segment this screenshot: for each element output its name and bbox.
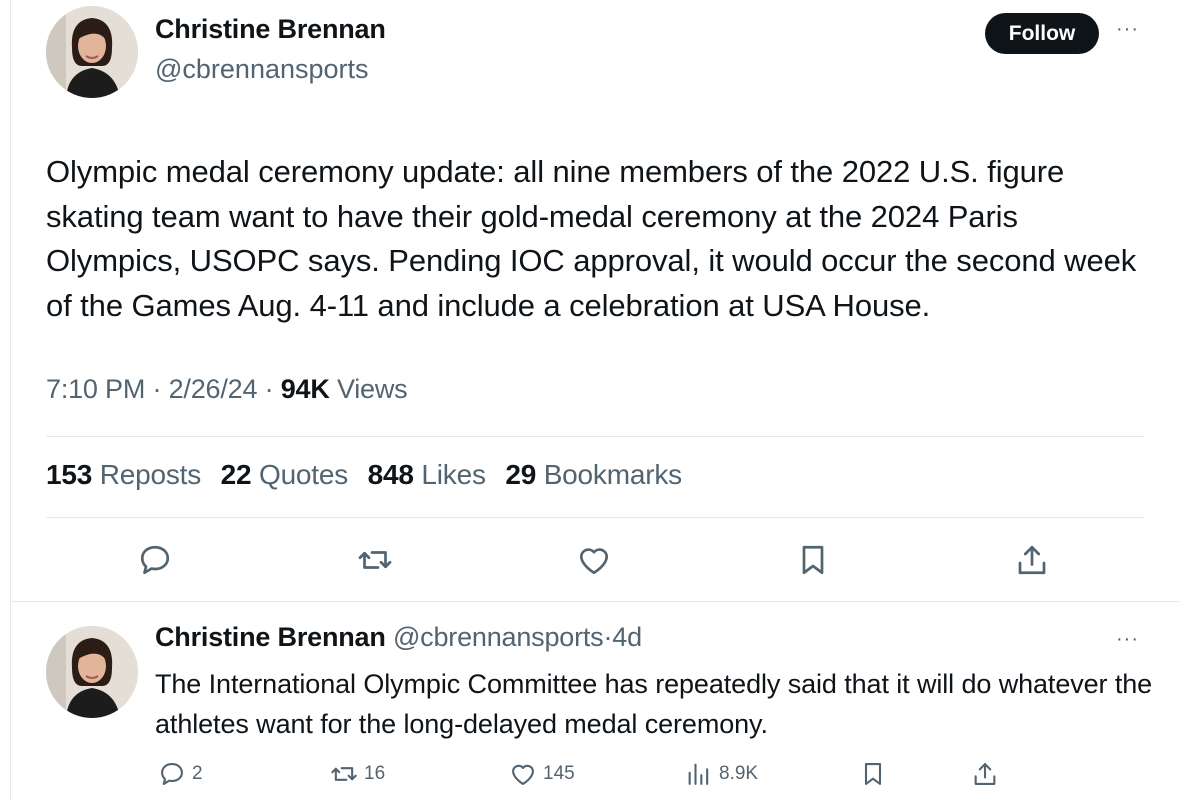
like-count: 145	[543, 763, 575, 784]
author-avatar[interactable]	[46, 626, 138, 718]
bookmarks-stat[interactable]: 29 Bookmarks	[505, 459, 682, 490]
follow-button[interactable]: Follow	[985, 13, 1099, 54]
reply-count: 2	[192, 763, 203, 784]
engagement-stats: 153 Reposts 22 Quotes 848 Likes 29 Bookm…	[46, 459, 694, 491]
reply-icon[interactable]	[137, 542, 173, 578]
tweet-date[interactable]: 2/26/24	[169, 374, 258, 404]
reply-author-name[interactable]: Christine Brennan	[155, 622, 386, 652]
reply-like-button[interactable]: 145	[509, 759, 575, 789]
more-options-icon[interactable]: ···	[1116, 18, 1139, 41]
divider	[46, 517, 1144, 518]
author-avatar[interactable]	[46, 6, 138, 98]
thread-divider	[10, 601, 1179, 602]
repost-icon	[331, 767, 357, 781]
more-options-icon[interactable]: ···	[1116, 628, 1139, 651]
analytics-icon	[688, 763, 709, 785]
reply-text: The International Olympic Committee has …	[155, 669, 1153, 739]
like-icon	[512, 764, 534, 785]
meta-separator: ·	[264, 374, 274, 404]
views-count: 8.9K	[719, 763, 759, 784]
likes-stat[interactable]: 848 Likes	[368, 459, 486, 490]
tweet-text: Olympic medal ceremony update: all nine …	[46, 154, 1137, 323]
quotes-stat[interactable]: 22 Quotes	[221, 459, 349, 490]
reply-views-button[interactable]: 8.9K	[685, 759, 758, 789]
reply-author-handle[interactable]: @cbrennansports	[393, 622, 604, 652]
share-icon	[974, 763, 996, 785]
reply-bookmark-button[interactable]	[859, 759, 887, 789]
reply-reply-button[interactable]: 2	[158, 759, 203, 789]
bookmark-icon	[864, 763, 882, 785]
author-handle[interactable]: @cbrennansports	[155, 54, 369, 85]
reply-repost-button[interactable]: 16	[330, 759, 385, 789]
timeline-left-border	[10, 0, 11, 800]
tweet-time[interactable]: 7:10 PM	[46, 374, 145, 404]
repost-icon[interactable]	[357, 542, 393, 578]
divider	[46, 436, 1144, 437]
reply-separator: ·	[603, 622, 613, 652]
reply-icon	[161, 763, 183, 785]
reply-age[interactable]: 4d	[612, 622, 642, 652]
reply-share-button[interactable]	[971, 759, 999, 789]
reposts-stat[interactable]: 153 Reposts	[46, 459, 201, 490]
bookmark-icon[interactable]	[795, 542, 831, 578]
repost-count: 16	[364, 763, 386, 784]
reply-header: Christine Brennan @cbrennansports·4d	[155, 622, 642, 653]
meta-separator: ·	[152, 374, 162, 404]
views-label: Views	[336, 374, 408, 404]
tweet-meta: 7:10 PM · 2/26/24 · 94K Views	[46, 374, 408, 405]
like-icon[interactable]	[576, 542, 612, 578]
author-name[interactable]: Christine Brennan	[155, 14, 386, 45]
views-count: 94K	[280, 374, 330, 404]
share-icon[interactable]	[1014, 542, 1050, 578]
